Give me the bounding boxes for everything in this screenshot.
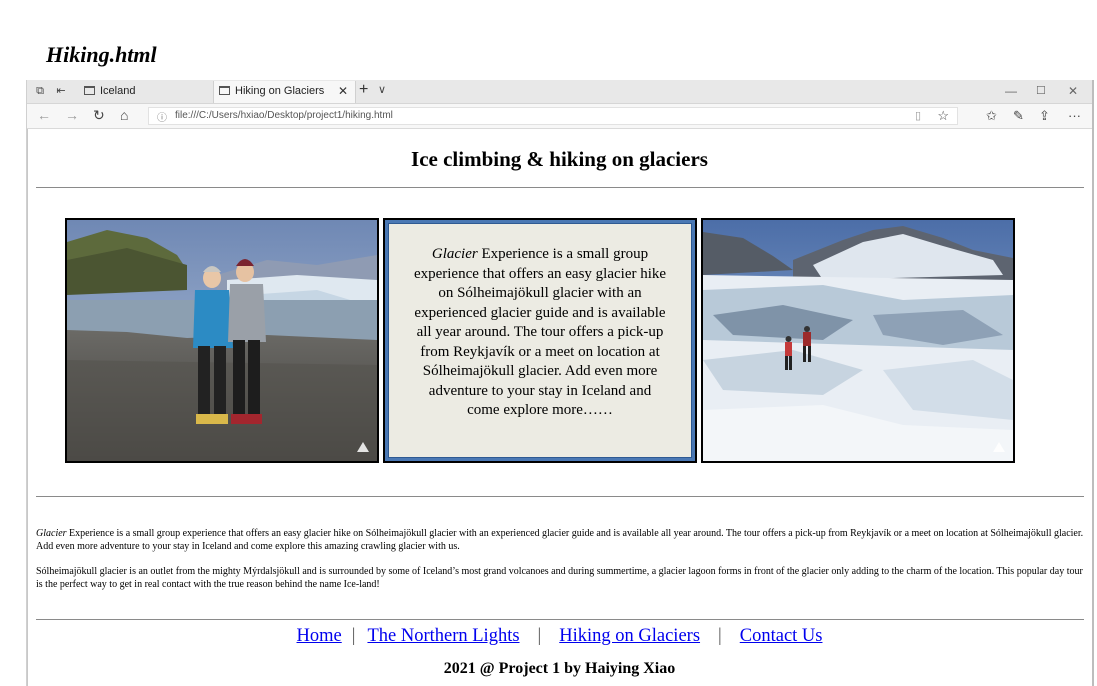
- site-info-icon[interactable]: ⓘ: [157, 109, 167, 124]
- home-icon[interactable]: ⌂: [120, 107, 128, 123]
- glacier-emphasis: Glacier: [36, 528, 67, 539]
- divider: [36, 187, 1084, 188]
- pen-notes-icon[interactable]: ✎: [1013, 108, 1024, 124]
- nav-link-contact-us[interactable]: Contact Us: [740, 626, 823, 646]
- intro-text: Glacier Experience is a small group expe…: [388, 223, 692, 458]
- page-icon: [219, 86, 230, 95]
- set-tabs-aside-icon[interactable]: ⇤: [54, 84, 68, 98]
- intro-text-body: Experience is a small group experience t…: [413, 246, 667, 418]
- share-icon[interactable]: ⇪: [1039, 108, 1050, 124]
- photo-glacier-landscape: [701, 218, 1015, 463]
- tab-label: Hiking on Glaciers: [235, 85, 325, 97]
- forward-icon[interactable]: →: [65, 107, 79, 123]
- page-icon: [84, 86, 95, 95]
- close-window-icon[interactable]: ✕: [1068, 84, 1078, 98]
- nav-link-home[interactable]: Home: [297, 626, 342, 646]
- tab-list-chevron-icon[interactable]: ∨: [378, 83, 386, 96]
- nav-link-northern-lights[interactable]: The Northern Lights: [367, 626, 519, 646]
- page-title: Ice climbing & hiking on glaciers: [411, 147, 708, 171]
- web-page: Ice climbing & hiking on glaciers Glacie…: [27, 129, 1090, 686]
- tab-bar: ⧉ ⇤ Iceland Hiking on Glaciers ✕ + ∨ — ☐…: [27, 80, 1092, 104]
- browser-window: ⧉ ⇤ Iceland Hiking on Glaciers ✕ + ∨ — ☐…: [26, 80, 1094, 686]
- minimize-icon[interactable]: —: [1005, 84, 1017, 98]
- description-paragraph-1: Glacier Experience is a small group expe…: [36, 527, 1088, 553]
- glacier-emphasis: Glacier: [431, 246, 478, 262]
- document-caption: Hiking.html: [46, 42, 157, 67]
- nav-link-hiking-on-glaciers[interactable]: Hiking on Glaciers: [559, 626, 700, 646]
- refresh-icon[interactable]: ↻: [93, 107, 105, 123]
- nav-separator: |: [351, 626, 356, 646]
- tab-hiking-on-glaciers[interactable]: Hiking on Glaciers ✕: [213, 81, 356, 103]
- tab-iceland[interactable]: Iceland: [79, 81, 212, 103]
- more-menu-icon[interactable]: ···: [1068, 108, 1081, 124]
- tab-actions-icon[interactable]: ⧉: [33, 84, 47, 98]
- favorite-star-icon[interactable]: ☆: [937, 108, 949, 124]
- close-tab-icon[interactable]: ✕: [338, 84, 348, 98]
- divider: [36, 619, 1084, 620]
- copyright-footer: 2021 @ Project 1 by Haiying Xiao: [443, 660, 676, 677]
- favorites-icon[interactable]: ✩: [986, 108, 997, 124]
- url-text[interactable]: file:///C:/Users/hxiao/Desktop/project1/…: [175, 110, 393, 121]
- reading-view-icon[interactable]: ▯: [915, 109, 921, 122]
- tab-label: Iceland: [100, 85, 136, 97]
- footer-navigation: Home | The Northern Lights | Hiking on Glaci…: [28, 626, 1091, 647]
- intro-text-box: Glacier Experience is a small group expe…: [383, 218, 697, 463]
- photo-hikers-at-glacier: [65, 218, 379, 463]
- back-icon[interactable]: ←: [37, 107, 51, 123]
- navigation-bar: ← → ↻ ⌂ ⓘ file:///C:/Users/hxiao/Desktop…: [27, 104, 1092, 129]
- divider: [36, 496, 1084, 497]
- maximize-icon[interactable]: ☐: [1036, 84, 1046, 97]
- paragraph-1-body: Experience is a small group experience t…: [36, 528, 1084, 552]
- new-tab-icon[interactable]: +: [359, 81, 368, 99]
- address-bar[interactable]: ⓘ file:///C:/Users/hxiao/Desktop/project…: [148, 107, 958, 125]
- nav-separator: |: [537, 626, 542, 646]
- description-paragraph-2: Sólheimajökull glacier is an outlet from…: [36, 566, 1083, 590]
- nav-separator: |: [718, 626, 722, 646]
